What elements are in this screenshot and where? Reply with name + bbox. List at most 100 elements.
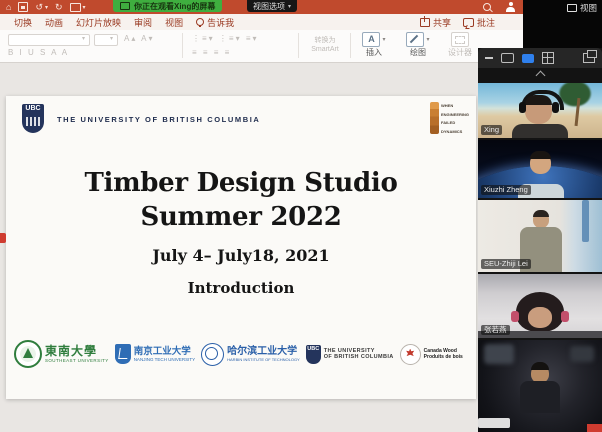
pagoda-icon (430, 102, 439, 134)
pen-icon (406, 32, 424, 47)
draw-button[interactable]: ▾ 绘图 (398, 32, 438, 58)
partner-name-en: SOUTHEAST UNIVERSITY (45, 358, 109, 363)
partner-name-cn: 哈尔滨工业大学 (227, 346, 300, 357)
video-tile-seu-lei[interactable]: SEU-Zhiji Lei (478, 200, 602, 272)
partner-name-en: NANJING TECH UNIVERSITY (134, 357, 195, 362)
participant-hair (531, 362, 549, 370)
font-grow-shrink-buttons[interactable]: A▴ A▾ (124, 34, 154, 44)
tab-view[interactable]: 视图 (165, 16, 183, 29)
headphone-cup (511, 311, 519, 322)
tab-transitions[interactable]: 切换 (14, 16, 32, 29)
ribbon-divider (182, 33, 183, 58)
smartart-label-line2: SmartArt (311, 46, 339, 53)
designer-label: 设计器 (440, 47, 480, 58)
convert-smartart-button[interactable]: 转换为 SmartArt (304, 36, 346, 54)
slideshow-caret-icon[interactable]: ▾ (83, 4, 86, 11)
participant-face (528, 307, 552, 328)
corner-logo-text: WHEN ENGINEERING FAILED DYNAMICS (441, 102, 469, 136)
screen-share-banner-text: 你正在观看Xing的屏幕 (134, 1, 215, 12)
tell-me-control[interactable]: 告诉我 (196, 16, 234, 29)
font-size-caret-icon[interactable]: ▾ (110, 34, 113, 44)
video-tile-participant4[interactable]: 张若燕 (478, 274, 602, 338)
ribbon-divider (350, 33, 351, 58)
list-buttons[interactable]: ⋮≡▾ ⋮≡▾ ≡▾ (192, 34, 259, 44)
participant-name-label (478, 418, 510, 428)
font-name-combo[interactable] (8, 34, 90, 46)
ribbon-tab-row: 切换 动画 幻灯片放映 审阅 视图 告诉我 共享 批注 (0, 14, 523, 30)
powerpoint-window: ⌂ ↺ ▾ ↻ ▾ 切换 动画 幻灯片放映 审阅 视图 告诉我 (0, 0, 523, 432)
textbox-icon: A (362, 32, 380, 47)
tab-slideshow[interactable]: 幻灯片放映 (76, 16, 121, 29)
font-size-combo[interactable] (94, 34, 118, 46)
corner-logo-line: DYNAMICS (441, 130, 469, 134)
gallery-view-icon[interactable] (542, 52, 554, 64)
redo-icon[interactable]: ↻ (55, 0, 63, 14)
zoom-view-button[interactable]: 视图 (567, 2, 597, 14)
draw-label: 绘图 (398, 47, 438, 58)
designer-sparkle-glyph (455, 36, 465, 44)
corner-logo-line: FAILED (441, 121, 469, 125)
video-panel-toolbar (478, 48, 602, 68)
participant-name-label: Xing (481, 125, 502, 135)
participant-torso (512, 124, 568, 138)
designer-button[interactable]: 设计器 (440, 32, 480, 58)
nanjing-tech-shield-icon (115, 344, 131, 364)
slide-title-line1: Timber Design Studio (6, 166, 476, 200)
monitor-icon (567, 4, 577, 12)
corner-lab-logo: WHEN ENGINEERING FAILED DYNAMICS (430, 102, 474, 136)
undo-icon[interactable]: ↺ (35, 0, 43, 14)
speaker-view-active-icon[interactable] (522, 54, 534, 63)
view-options-button[interactable]: 视图选项 ▾ (247, 0, 297, 12)
partner-southeast-university: 東南大學 SOUTHEAST UNIVERSITY (14, 340, 109, 368)
comments-button[interactable]: 批注 (463, 16, 495, 29)
zoom-video-panel: Xing Xiuzhi Zheng SEU-Zhiji Lei (478, 48, 602, 432)
headphone-cup (552, 102, 559, 113)
slide-title-line2: Summer 2022 (6, 200, 476, 234)
share-button[interactable]: 共享 (420, 16, 451, 29)
partner-canada-wood: Canada Wood Produits de bois (400, 344, 463, 365)
slide-header-text: THE UNIVERSITY OF BRITISH COLUMBIA (57, 115, 260, 124)
insert-textbox-button[interactable]: A ▾ 插入 (354, 32, 394, 58)
video-tile-xiuzhi-zheng[interactable]: Xiuzhi Zheng (478, 140, 602, 198)
font-format-buttons[interactable]: B I U S A A (8, 48, 69, 58)
ubc-shield-small-icon: UBC (306, 345, 321, 364)
view-button-label: 视图 (580, 2, 597, 14)
partner-nanjing-tech: 南京工业大学 NANJING TECH UNIVERSITY (115, 344, 195, 364)
tab-review[interactable]: 审阅 (134, 16, 152, 29)
slideshow-icon[interactable] (70, 3, 81, 12)
left-edge-red-indicator (0, 233, 6, 243)
home-icon[interactable]: ⌂ (6, 0, 11, 14)
participant-videos: Xing Xiuzhi Zheng SEU-Zhiji Lei (478, 83, 602, 432)
participant-hair (530, 151, 551, 159)
participant-name-label: 张若燕 (481, 325, 510, 335)
font-name-caret-icon[interactable]: ▾ (82, 34, 85, 44)
comment-icon (463, 18, 474, 27)
collapse-panel-control[interactable] (478, 68, 602, 81)
save-icon[interactable] (18, 2, 28, 12)
corner-logo-line: ENGINEERING (441, 113, 469, 117)
minimize-panel-icon[interactable] (485, 57, 493, 59)
partner-name-en: OF BRITISH COLUMBIA (324, 354, 394, 361)
chevron-down-icon: ▾ (288, 3, 291, 10)
corner-logo-line: WHEN (441, 104, 469, 108)
partner-ubc: UBC THE UNIVERSITY OF BRITISH COLUMBIA (306, 345, 394, 364)
undo-caret-icon[interactable]: ▾ (45, 4, 48, 11)
align-buttons[interactable]: ≡ ≡ ≡ ≡ (192, 48, 231, 58)
popout-panel-icon[interactable] (583, 53, 595, 63)
video-tile-participant5[interactable] (478, 340, 602, 432)
single-view-icon[interactable] (501, 53, 514, 63)
screen-share-banner: 你正在观看Xing的屏幕 (113, 0, 222, 12)
ribbon-commands: ▾ ▾ A▴ A▾ B I U S A A ⋮≡▾ ⋮≡▾ ≡▾ ≡ ≡ ≡ ≡… (0, 30, 523, 63)
partner-name-en: Produits de bois (424, 354, 463, 360)
maple-leaf-icon (400, 344, 421, 365)
account-icon[interactable] (506, 2, 515, 12)
insert-label: 插入 (354, 47, 394, 58)
tab-animations[interactable]: 动画 (45, 16, 63, 29)
designer-icon (451, 32, 469, 47)
video-tile-xing[interactable]: Xing (478, 83, 602, 138)
view-options-label: 视图选项 (253, 1, 285, 12)
search-icon[interactable] (483, 3, 491, 11)
lightbulb-icon (196, 18, 204, 26)
slide-canvas[interactable]: UBC THE UNIVERSITY OF BRITISH COLUMBIA W… (6, 96, 476, 399)
harbin-institute-seal-icon (201, 343, 224, 366)
